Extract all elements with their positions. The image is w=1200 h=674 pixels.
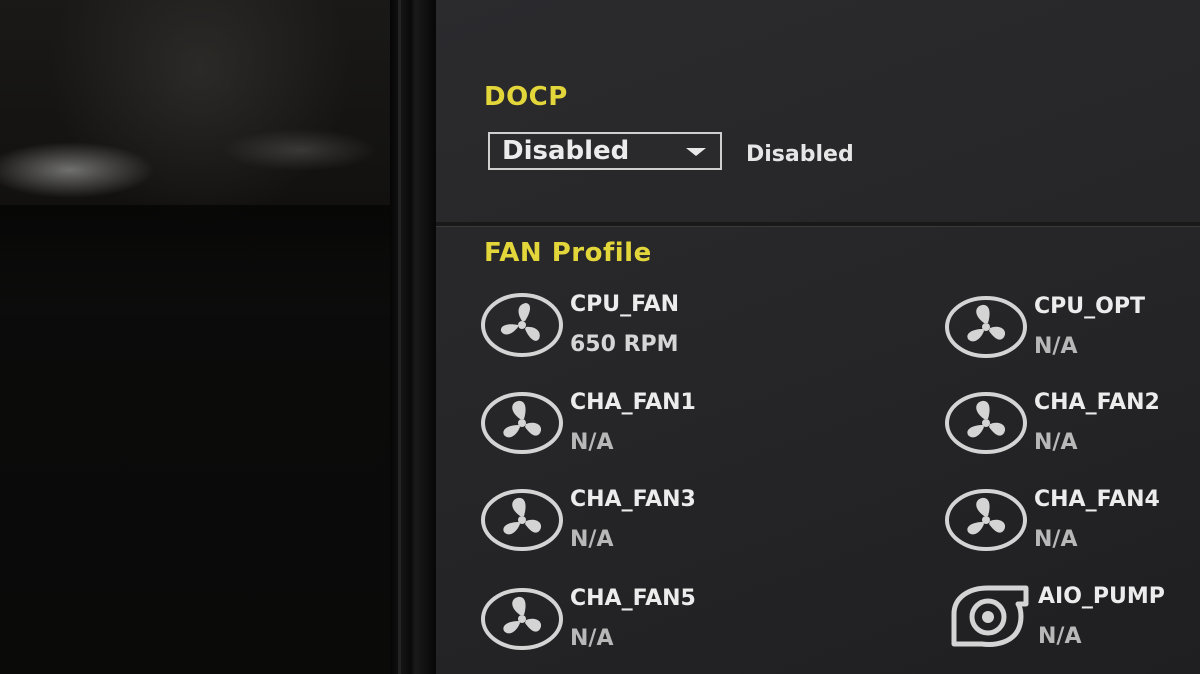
fan-item-cpu-fan[interactable]: CPU_FAN 650 RPM <box>480 292 800 362</box>
section-divider <box>436 222 1200 227</box>
fan-item-cha-fan2[interactable]: CHA_FAN2 N/A <box>944 390 1200 460</box>
fan-name: CHA_FAN3 <box>570 487 696 512</box>
fan-name: CHA_FAN2 <box>1034 390 1160 415</box>
fan-reading: N/A <box>1034 334 1078 359</box>
fan-name: CHA_FAN5 <box>570 586 696 611</box>
fan-reading: N/A <box>1034 527 1078 552</box>
fan-icon <box>480 586 564 652</box>
fan-reading: 650 RPM <box>570 332 679 357</box>
fan-item-cha-fan4[interactable]: CHA_FAN4 N/A <box>944 487 1200 557</box>
monitor-bezel <box>390 0 436 674</box>
bios-screen: DOCP Disabled Disabled FAN Profile CPU_F… <box>436 0 1200 674</box>
fan-item-cha-fan3[interactable]: CHA_FAN3 N/A <box>480 487 800 557</box>
fan-reading: N/A <box>1038 624 1082 649</box>
fan-name: AIO_PUMP <box>1038 584 1165 609</box>
fan-item-aio-pump[interactable]: AIO_PUMP N/A <box>948 584 1200 654</box>
docp-current-value: Disabled <box>746 142 854 167</box>
fan-reading: N/A <box>570 527 614 552</box>
fan-reading: N/A <box>1034 430 1078 455</box>
docp-select-value: Disabled <box>502 136 630 166</box>
blurred-background <box>0 0 395 674</box>
fan-icon <box>480 390 564 456</box>
docp-select[interactable]: Disabled <box>488 132 722 170</box>
fan-reading: N/A <box>570 430 614 455</box>
fan-icon <box>944 390 1028 456</box>
fan-item-cha-fan1[interactable]: CHA_FAN1 N/A <box>480 390 800 460</box>
fan-icon <box>944 294 1028 360</box>
photo-stage: DOCP Disabled Disabled FAN Profile CPU_F… <box>0 0 1200 674</box>
fan-icon <box>944 487 1028 553</box>
fan-name: CHA_FAN1 <box>570 390 696 415</box>
fan-item-cpu-opt[interactable]: CPU_OPT N/A <box>944 294 1200 364</box>
pump-icon <box>948 584 1032 650</box>
fan-name: CPU_OPT <box>1034 294 1145 319</box>
fan-icon <box>480 292 564 358</box>
docp-title: DOCP <box>484 82 568 112</box>
fan-reading: N/A <box>570 626 614 651</box>
fan-name: CHA_FAN4 <box>1034 487 1160 512</box>
fan-icon <box>480 487 564 553</box>
chevron-down-icon <box>686 148 706 156</box>
fan-profile-title: FAN Profile <box>484 238 652 268</box>
fan-item-cha-fan5[interactable]: CHA_FAN5 N/A <box>480 586 800 656</box>
fan-name: CPU_FAN <box>570 292 680 317</box>
